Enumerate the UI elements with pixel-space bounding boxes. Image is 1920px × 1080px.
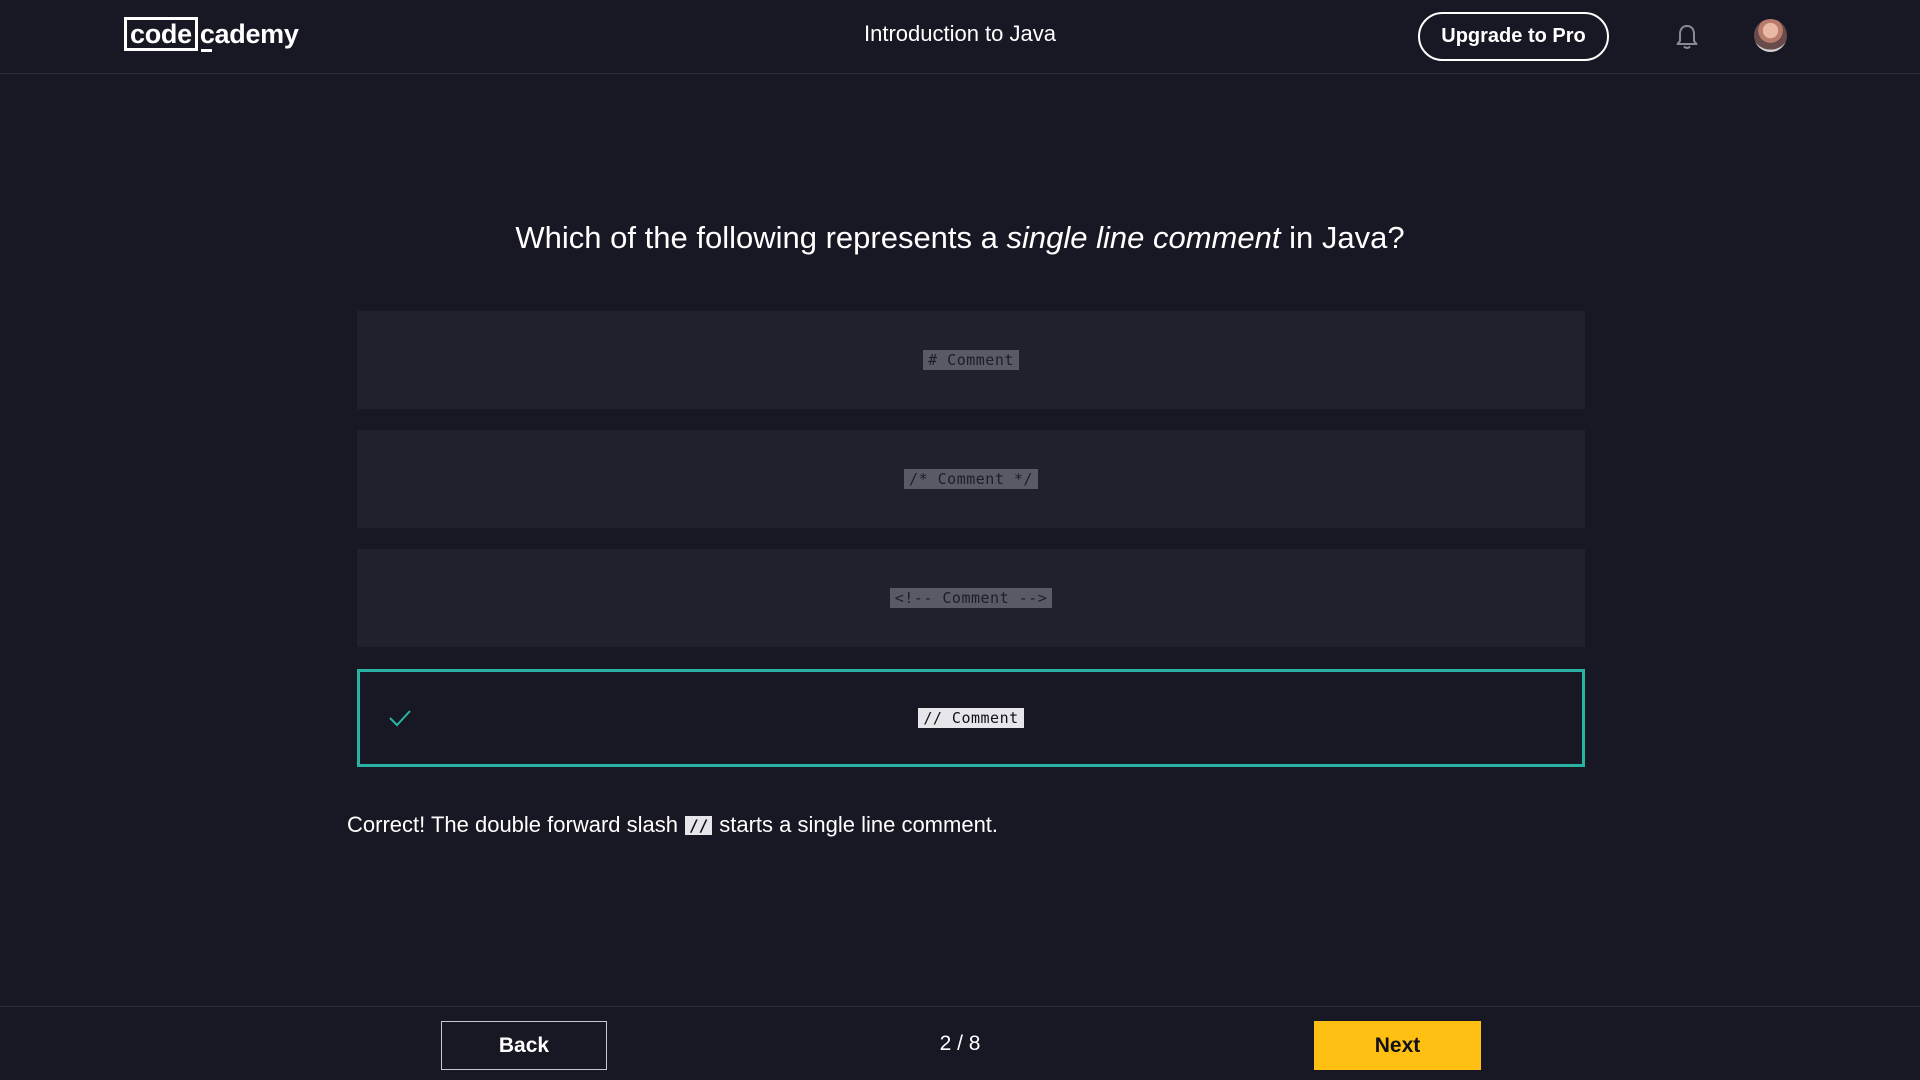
answer-option-code: <!-- Comment --> <box>889 588 1053 608</box>
bottom-footer: Back 2 / 8 Next <box>0 1006 1920 1080</box>
checkmark-icon <box>388 708 412 728</box>
feedback-message: Correct! The double forward slash // start… <box>347 812 998 838</box>
avatar[interactable] <box>1754 19 1787 52</box>
answer-option-code: // Comment <box>918 708 1024 728</box>
progress-indicator: 2 / 8 <box>939 1032 981 1055</box>
course-title: Introduction to Java <box>863 21 1056 46</box>
feedback-prefix: Correct! The double forward slash <box>347 812 678 837</box>
feedback-suffix: starts a single line comment. <box>719 812 999 837</box>
next-button[interactable]: Next <box>1314 1021 1481 1070</box>
question-prefix: Which of the following represents a <box>515 220 1007 255</box>
upgrade-to-pro-button[interactable]: Upgrade to Pro <box>1418 12 1609 61</box>
answer-option-3[interactable]: <!-- Comment --> <box>357 549 1585 647</box>
answer-option-2[interactable]: /* Comment */ <box>357 430 1585 528</box>
top-header: code cademy Introduction to Java Upgrade… <box>0 0 1920 74</box>
bell-icon[interactable] <box>1672 22 1702 52</box>
question-text: Which of the following represents a sing… <box>0 220 1920 256</box>
answer-option-code: # Comment <box>923 350 1019 370</box>
answer-option-1[interactable]: # Comment <box>357 311 1585 409</box>
answer-option-code: /* Comment */ <box>904 469 1038 489</box>
question-suffix: in Java? <box>1280 220 1405 255</box>
question-emphasis: single line comment <box>1006 220 1281 255</box>
answer-option-4[interactable]: // Comment <box>357 669 1585 767</box>
feedback-code: // <box>684 815 713 835</box>
